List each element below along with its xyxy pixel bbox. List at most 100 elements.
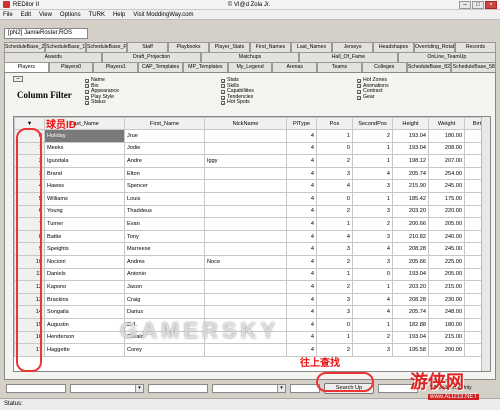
table-cell[interactable] bbox=[204, 267, 287, 282]
table-cell[interactable]: 0 bbox=[352, 267, 393, 282]
table-cell[interactable]: Elton bbox=[124, 166, 205, 181]
table-cell[interactable]: 2 bbox=[352, 129, 393, 143]
tab-schedulebase-29[interactable]: ScheduleBase_29 bbox=[4, 42, 45, 52]
table-cell[interactable]: Iguodala bbox=[44, 154, 125, 168]
column-header-weight[interactable]: Weight bbox=[428, 117, 465, 130]
table-cell[interactable]: 4 bbox=[352, 242, 393, 256]
table-cell[interactable] bbox=[204, 229, 287, 244]
table-cell[interactable]: 1 bbox=[352, 317, 393, 332]
minimize-button[interactable]: – bbox=[458, 0, 471, 9]
vertical-scrollbar[interactable] bbox=[481, 117, 490, 371]
table-cell[interactable]: Speights bbox=[44, 242, 125, 256]
table-cell[interactable]: 208.28 bbox=[392, 242, 429, 256]
table-cell[interactable]: Andres bbox=[124, 254, 205, 269]
tab-draft-projection[interactable]: Draft_Projection bbox=[102, 52, 201, 62]
table-cell[interactable]: 205.66 bbox=[392, 254, 429, 269]
table-cell[interactable]: 185.42 bbox=[392, 191, 429, 206]
table-row[interactable]: 11 Daniels Antonio 4 1 0 193.04 205.00 bbox=[14, 267, 490, 282]
table-cell[interactable]: 193.04 bbox=[392, 141, 429, 156]
table-cell[interactable]: 240.00 bbox=[428, 229, 465, 244]
tab-teams[interactable]: Teams bbox=[317, 62, 362, 72]
table-cell[interactable] bbox=[204, 280, 287, 294]
table-row[interactable]: 13 Brackins Craig 4 3 4 208.28 230.00 bbox=[14, 292, 490, 307]
table-cell[interactable]: Hawes bbox=[44, 179, 125, 193]
search-operator-select[interactable]: ▾ bbox=[212, 383, 286, 393]
table-cell[interactable]: 4 bbox=[286, 280, 317, 294]
checkbox-checked-icon[interactable]: ✓ bbox=[221, 84, 225, 89]
table-cell[interactable]: Turner bbox=[44, 217, 125, 231]
table-cell[interactable]: 4 bbox=[286, 217, 317, 231]
tab-awards[interactable]: Awards bbox=[4, 52, 103, 62]
table-cell[interactable]: 180.00 bbox=[428, 129, 465, 143]
table-cell[interactable]: 180.00 bbox=[428, 317, 465, 332]
table-cell[interactable] bbox=[204, 141, 287, 156]
table-cell[interactable]: Henderson bbox=[44, 330, 125, 345]
table-cell[interactable]: Meeks bbox=[44, 141, 125, 156]
table-cell[interactable]: Songaila bbox=[44, 305, 125, 319]
tab-schedulebase-58[interactable]: ScheduleBase_58 bbox=[451, 62, 497, 72]
tab-arenas[interactable]: Arenas bbox=[272, 62, 318, 72]
table-row[interactable]: 14 Songaila Darius 4 3 4 205.74 248.00 bbox=[14, 305, 490, 319]
column-header-nickname[interactable]: NickName bbox=[204, 117, 287, 130]
menu-edit[interactable]: Edit bbox=[21, 12, 31, 18]
table-cell[interactable]: Williams bbox=[44, 191, 125, 206]
table-cell[interactable]: Brand bbox=[44, 166, 125, 181]
table-cell[interactable] bbox=[204, 343, 287, 357]
table-cell[interactable]: 4 bbox=[286, 166, 317, 181]
table-cell[interactable]: 4 bbox=[352, 292, 393, 307]
table-cell[interactable]: 245.00 bbox=[428, 179, 465, 193]
table-cell[interactable]: 0 bbox=[316, 141, 353, 156]
table-cell[interactable]: 3 bbox=[352, 179, 393, 193]
table-cell[interactable]: 4 bbox=[286, 305, 317, 319]
checkbox-checked-icon[interactable]: ✓ bbox=[221, 78, 225, 83]
table-cell[interactable]: 182.88 bbox=[392, 317, 429, 332]
table-cell[interactable]: 3 bbox=[352, 254, 393, 269]
table-cell[interactable]: 198.12 bbox=[392, 154, 429, 168]
table-cell[interactable]: 0 bbox=[316, 317, 353, 332]
checkbox-checked-icon[interactable]: ✓ bbox=[221, 95, 225, 100]
tab-headshapes[interactable]: Headshapes bbox=[373, 42, 414, 52]
table-cell[interactable]: Haggette bbox=[44, 343, 125, 357]
checkbox-checked-icon[interactable]: ✓ bbox=[357, 78, 361, 83]
table-cell[interactable] bbox=[204, 191, 287, 206]
table-cell[interactable]: 205.74 bbox=[392, 166, 429, 181]
table-cell[interactable]: 3 bbox=[316, 242, 353, 256]
table-cell[interactable]: Augustin bbox=[44, 317, 125, 332]
table-cell[interactable]: 4 bbox=[286, 292, 317, 307]
table-cell[interactable]: 220.00 bbox=[428, 204, 465, 219]
tab-hall-of-fame[interactable]: Hall_Of_Fame bbox=[299, 52, 398, 62]
table-cell[interactable]: 1 bbox=[316, 129, 353, 143]
table-row[interactable]: 1 Meeks Jodie 4 0 1 193.04 208.00 bbox=[14, 141, 490, 156]
table-row[interactable]: 5 Williams Louis 4 0 1 185.42 175.00 bbox=[14, 191, 490, 206]
tab-schedulebase-14[interactable]: ScheduleBase_14 bbox=[45, 42, 86, 52]
tab-jerseys[interactable]: Jerseys bbox=[332, 42, 373, 52]
table-cell[interactable]: 195.58 bbox=[392, 343, 429, 357]
table-row[interactable]: 3 Brand Elton 4 3 4 205.74 254.00 bbox=[14, 166, 490, 181]
table-cell[interactable]: 254.00 bbox=[428, 166, 465, 181]
table-cell[interactable] bbox=[204, 292, 287, 307]
table-cell[interactable]: 4 bbox=[286, 154, 317, 168]
table-cell[interactable]: Craig bbox=[124, 292, 205, 307]
tab-players1[interactable]: Players1 bbox=[93, 62, 139, 72]
table-cell[interactable]: 4 bbox=[286, 330, 317, 345]
table-cell[interactable]: 4 bbox=[286, 179, 317, 193]
table-cell[interactable]: 208.28 bbox=[392, 292, 429, 307]
tab-overriding-rotations[interactable]: Overriding_Rotations bbox=[414, 42, 455, 52]
table-cell[interactable]: 2 bbox=[316, 280, 353, 294]
table-cell[interactable]: 2 bbox=[316, 204, 353, 219]
checkbox-checked-icon[interactable]: ✓ bbox=[357, 95, 361, 100]
table-cell[interactable]: 0 bbox=[316, 191, 353, 206]
table-cell[interactable]: Marreese bbox=[124, 242, 205, 256]
table-cell[interactable]: 245.00 bbox=[428, 242, 465, 256]
table-cell[interactable]: 1 bbox=[352, 154, 393, 168]
table-row[interactable]: 4 Hawes Spencer 4 4 3 215.90 245.00 bbox=[14, 179, 490, 193]
table-cell[interactable] bbox=[204, 242, 287, 256]
table-cell[interactable]: 4 bbox=[286, 242, 317, 256]
tab-players[interactable]: Players bbox=[4, 62, 49, 72]
table-cell[interactable]: 4 bbox=[286, 141, 317, 156]
filter-checkbox-gear[interactable]: ✓ Gear bbox=[357, 94, 389, 101]
checkbox-checked-icon[interactable]: ✓ bbox=[85, 101, 89, 106]
table-cell[interactable]: Darius bbox=[124, 305, 205, 319]
table-cell[interactable]: Jodie bbox=[124, 141, 205, 156]
table-row[interactable]: 2 Iguodala Andre Iggy 4 2 1 198.12 207.00 bbox=[14, 154, 490, 168]
